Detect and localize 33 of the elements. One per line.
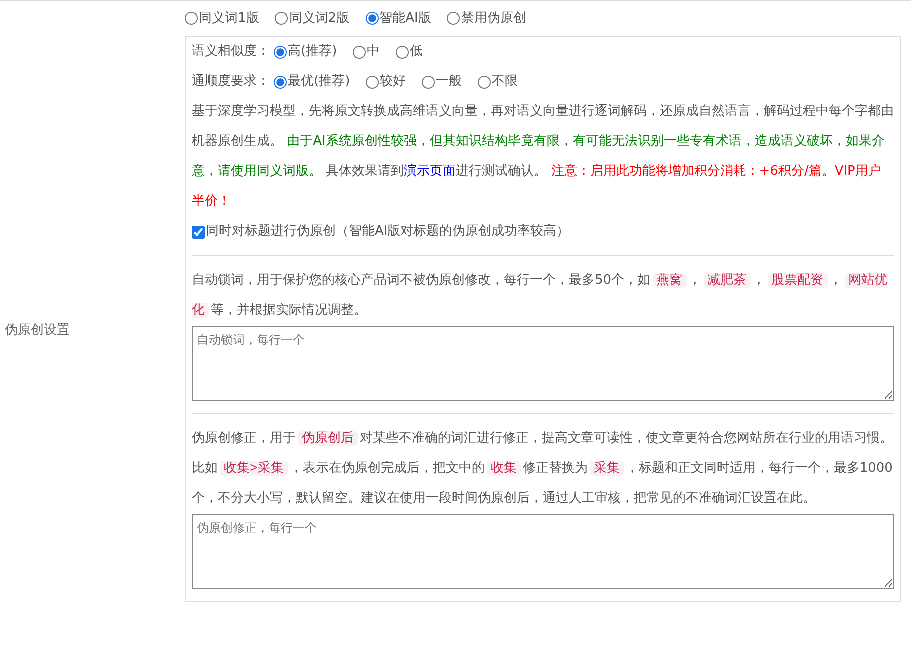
input-field[interactable]: 伪原创修正，每行一个 xyxy=(192,514,894,589)
option-label: 较好 xyxy=(380,73,406,92)
option-label: 同义词1版 xyxy=(199,10,260,28)
ai-description: 基于深度学习模型，先将原文转换成高维语义向量，再对语义向量进行逐词解码，还原成自然语言，解码过程中每个字都由机器原创生成。 由于AI系统原创性较强，但其知识结构毕竟有限，有可能无法识别一些专有术语，造成语义破坏，如果介意，请使用同义词版。 具体效果请到演示页面进行测试确认。 注意：启用此功能将增加积分消耗：+6积分/篇。VIP用户半价！ xyxy=(192,103,894,211)
option-label: 最优(推荐) xyxy=(288,73,350,92)
option-radio[interactable] xyxy=(274,46,287,58)
checkbox-label: 同时对标题进行伪原创（智能AI版对标题的伪原创成功率较高） xyxy=(206,223,570,242)
mode-radio[interactable] xyxy=(366,12,379,25)
option-label: 智能AI版 xyxy=(380,10,432,28)
mode-radio[interactable] xyxy=(447,12,460,25)
option-radio[interactable] xyxy=(478,76,492,88)
option-row-label: 语义相似度： xyxy=(192,43,270,62)
option-radio[interactable] xyxy=(366,76,380,88)
option-label: 中 xyxy=(367,43,380,62)
option-row-label: 通顺度要求： xyxy=(192,73,270,92)
mode-radio[interactable] xyxy=(185,12,198,25)
field-description: 伪原创修正，用于 伪原创后 对某些不准确的词汇进行修正，提高文章可读性，使文章更符合您网站所在行业的用语习惯。比如 收集>采集 ，表示在伪原创完成后，把文中的 收集 修正替换为 采集 ，标题和正文同时适用，每行一个，最多1000个，不分大小写，默认留空。建议在使用一段时间伪原创后，通过人工审核，把常见的不准确词汇设置在此。 xyxy=(192,430,894,508)
section-label: 伪原创设置 xyxy=(5,322,70,340)
mode-radio[interactable] xyxy=(275,12,288,25)
option-label: 低 xyxy=(410,43,424,62)
option-radio[interactable] xyxy=(396,46,410,58)
option-label: 高(推荐) xyxy=(288,43,338,62)
option-label: 同义词2版 xyxy=(289,10,350,28)
option-radio[interactable] xyxy=(422,76,436,88)
field-description: 自动锁词，用于保护您的核心产品词不被伪原创修改，每行一个，最多50个，如 燕窝 ， 减肥茶 ， 股票配资 ， 网站优化 等，并根据实际情况调整。 xyxy=(192,272,889,320)
option-radio[interactable] xyxy=(274,76,287,88)
option-label: 禁用伪原创 xyxy=(461,10,526,28)
title-checkbox[interactable] xyxy=(192,226,205,238)
option-label: 一般 xyxy=(436,73,462,92)
option-label: 不限 xyxy=(492,73,518,92)
demo-link[interactable]: 演示页面 xyxy=(404,164,456,179)
option-radio[interactable] xyxy=(353,46,366,58)
input-field[interactable]: 自动锁词，每行一个 xyxy=(192,326,894,401)
